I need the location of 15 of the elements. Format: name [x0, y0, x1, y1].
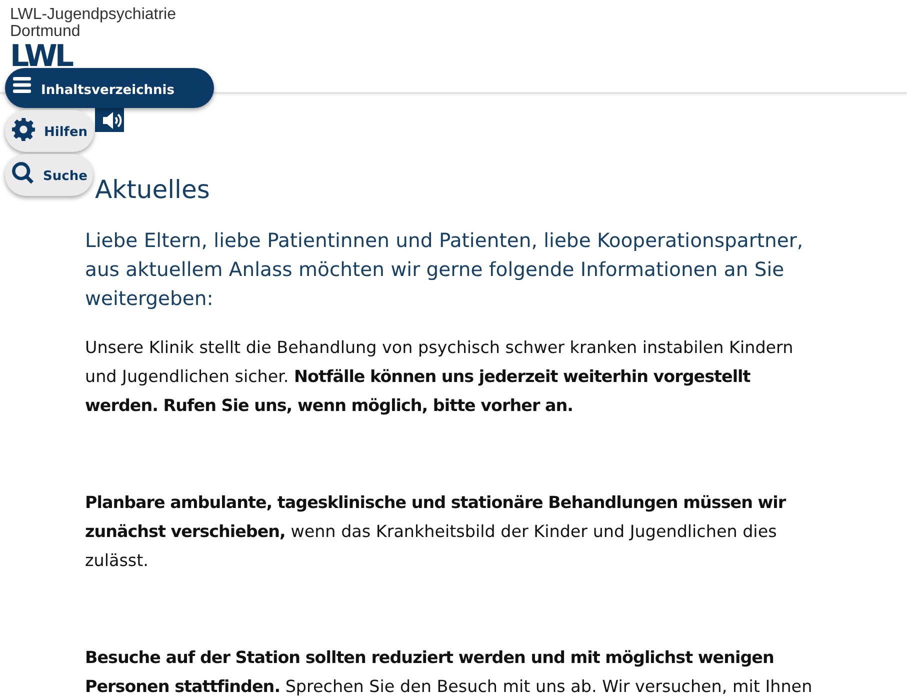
search-button[interactable]: Suche [5, 154, 94, 196]
page-title: Aktuelles [95, 174, 210, 206]
speaker-icon [103, 110, 123, 130]
paragraph: Unsere Klinik stellt die Behandlung von psychisch schwer kranken instabilen Kindern und Jugendlichen sicher. Notfälle können uns jederzeit weiterhin vorgestellt werden. Rufen Sie uns, wenn möglich, bitte vorher an. [85, 336, 794, 417]
intro-text: Liebe Eltern, liebe Patientinnen und Patienten, liebe Kooperationspartner, aus aktuellem Anlass möchten wir gerne folgende Informationen an Sie weitergeben: [85, 228, 804, 312]
site-name: LWL-Jugendpsychiatrie Dortmund [10, 6, 178, 40]
menu-icon [13, 77, 31, 93]
logo[interactable]: LWL [10, 46, 72, 68]
paragraph: Planbare ambulante, tagesklinische und stationäre Behandlungen müssen wir zunächst verschieben, wenn das Krankheitsbild der Kinder und Jugendlichen dies zulässt. [85, 491, 787, 572]
gear-icon [12, 118, 35, 140]
help-button[interactable]: Hilfen [5, 110, 94, 152]
paragraph: Besuche auf der Station sollten reduziert werden und mit möglichst wenigen Personen stattfinden. Sprechen Sie den Besuch mit uns ab. Wir versuchen, mit Ihnen [85, 646, 814, 698]
read-aloud-button[interactable] [95, 108, 124, 132]
search-icon [12, 162, 34, 184]
table-of-contents-button[interactable]: Inhaltsverzeichnis [5, 68, 214, 108]
